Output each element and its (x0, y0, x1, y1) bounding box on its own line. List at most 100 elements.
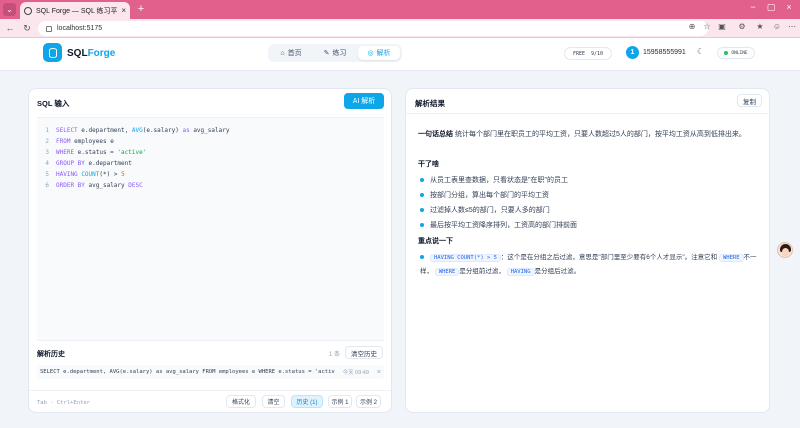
code-text: FROM employees e (56, 138, 114, 145)
line-number: 5 (45, 171, 49, 178)
sql-input-panel: SQL 输入 AI 解析 1 SELECT e.department, AVG(… (28, 88, 392, 413)
nav-practice[interactable]: ✎ 练习 (314, 46, 356, 60)
sql-editor[interactable]: 1 SELECT e.department, AVG(e.salary) as … (37, 117, 384, 341)
close-tab-icon[interactable]: × (121, 6, 126, 15)
favorites-bar-icon[interactable]: ★ (754, 22, 766, 31)
site-info-icon[interactable] (46, 25, 52, 32)
clear-button[interactable]: 清空 (262, 395, 285, 408)
code-chip: WHERE (718, 254, 744, 262)
shortcut-hint: Tab · Ctrl+Enter (37, 400, 90, 406)
main-nav: ⌂ 首页 ✎ 练习 ◎ 解析 (268, 44, 402, 62)
ai-analyze-button[interactable]: AI 解析 (344, 93, 384, 109)
clear-history-button[interactable]: 清空历史 (345, 346, 383, 359)
delete-history-icon[interactable]: × (377, 369, 381, 376)
section-title-what: 干了啥 (418, 161, 439, 168)
history-button[interactable]: 历史 (1) (291, 395, 323, 408)
bullet-icon (420, 223, 424, 227)
line-number: 4 (45, 160, 49, 167)
address-bar-row: ← ↻ localhost:5175 ⊕ ☆ ▣ ⚙ ★ ☺ ⋯ (0, 19, 800, 38)
step-text: 从员工表里查数据，只看状态是"在职"的员工 (430, 177, 568, 184)
key-point: HAVING COUNT(*) > 5 ：这个是在分组之后过滤，意思是"部门里至少… (420, 251, 765, 279)
bullet-icon (420, 255, 424, 260)
extensions-icon[interactable]: ⚙ (736, 22, 748, 31)
close-window-button[interactable]: × (782, 2, 796, 12)
code-text: HAVING COUNT(*) > 5 (56, 171, 125, 178)
code-line: 1 SELECT e.department, AVG(e.salary) as … (37, 125, 377, 136)
nav-practice-label: 练习 (332, 50, 347, 57)
step-text: 过滤掉人数≤5的部门，只要人多的部门 (430, 207, 550, 214)
address-bar[interactable]: localhost:5175 (38, 21, 708, 36)
history-item[interactable]: SELECT e.department, AVG(e.salary) as av… (37, 365, 384, 379)
tab-title: SQL Forge — SQL 练习平台 (36, 7, 118, 15)
url-text: localhost:5175 (57, 25, 103, 32)
theme-toggle-moon-icon[interactable]: ☾ (697, 47, 704, 56)
back-button[interactable]: ← (4, 22, 16, 34)
example-1-button[interactable]: 示例 1 (328, 395, 352, 408)
tab-list-button[interactable]: ⌄ (3, 3, 16, 16)
favorite-icon[interactable]: ☆ (701, 22, 713, 31)
copy-button[interactable]: 复制 (737, 94, 762, 107)
nav-analysis-label: 解析 (376, 50, 391, 57)
code-line: 4 GROUP BY e.department (37, 158, 377, 169)
code-chip: HAVING (506, 268, 535, 276)
line-number: 1 (45, 127, 49, 134)
nav-analysis[interactable]: ◎ 解析 (358, 46, 400, 60)
line-number: 2 (45, 138, 49, 145)
nav-home-label: 首页 (287, 50, 302, 57)
refresh-button[interactable]: ↻ (21, 22, 33, 34)
zoom-icon[interactable]: ⊕ (686, 22, 698, 31)
history-count: 1 条 (329, 352, 341, 358)
bullet-icon (420, 208, 424, 212)
assistant-avatar-button[interactable] (777, 242, 793, 258)
bullet-icon (420, 178, 424, 182)
target-icon: ◎ (367, 50, 374, 57)
editor-toolbar: Tab · Ctrl+Enter 格式化 清空 历史 (1) 示例 1 示例 2 (29, 390, 391, 412)
code-line: 3 WHERE e.status = 'active' (37, 147, 377, 158)
line-number: 6 (45, 182, 49, 189)
note-text: 是分组后过滤。 (534, 268, 581, 275)
online-status-badge: ONLINE (717, 47, 755, 59)
example-2-button[interactable]: 示例 2 (356, 395, 381, 408)
code-text: ORDER BY avg_salary DESC (56, 182, 143, 189)
brand-prefix: SQL (67, 48, 88, 59)
more-options-icon[interactable]: ⋯ (786, 22, 798, 31)
divider (406, 113, 769, 114)
user-phone[interactable]: 15958555991 (643, 49, 686, 56)
brand-name[interactable]: SQLForge (67, 48, 115, 59)
note-text: 是分组前过滤， (459, 268, 505, 275)
history-time: 今天 09:49 (342, 370, 369, 376)
avatar[interactable]: 1 (626, 46, 639, 59)
format-button[interactable]: 格式化 (226, 395, 256, 408)
extension-icon[interactable]: ▣ (716, 22, 728, 31)
profile-icon[interactable]: ☺ (771, 22, 783, 31)
line-number: 3 (45, 149, 49, 156)
summary: 一句话总结 统计每个部门里在职员工的平均工资，只要人数超过5人的部门，按平均工资… (418, 129, 758, 141)
step-text: 最后按平均工资降序排列，工资高的部门排前面 (430, 222, 577, 229)
code-line: 5 HAVING COUNT(*) > 5 (37, 169, 377, 180)
browser-tab[interactable]: SQL Forge — SQL 练习平台 × (20, 2, 130, 19)
quota-badge: FREE 9/10 (564, 47, 612, 60)
code-line: 6 ORDER BY avg_salary DESC (37, 180, 377, 191)
home-icon: ⌂ (280, 49, 285, 57)
sql-input-title: SQL 输入 (37, 99, 70, 108)
database-logo-icon (43, 43, 62, 62)
code-chip: WHERE (434, 268, 460, 276)
list-item: 按部门分组，算出每个部门的平均工资 (420, 190, 760, 200)
history-query: SELECT e.department, AVG(e.salary) as av… (40, 369, 335, 375)
code-text: GROUP BY e.department (56, 160, 132, 167)
quota-label: FREE (572, 50, 585, 57)
section-title-key-points: 重点说一下 (418, 238, 453, 245)
pencil-icon: ✎ (323, 50, 330, 57)
result-title: 解析结果 (415, 99, 445, 108)
globe-icon (24, 6, 32, 15)
app-header: SQLForge ⌂ 首页 ✎ 练习 ◎ 解析 FREE 9/10 1 1595… (0, 38, 800, 71)
online-label: ONLINE (731, 50, 748, 56)
new-tab-button[interactable]: + (135, 3, 147, 15)
nav-home[interactable]: ⌂ 首页 (270, 46, 312, 60)
list-item: 最后按平均工资降序排列，工资高的部门排前面 (420, 220, 760, 230)
quota-count: 9/10 (591, 50, 604, 57)
avatar-face (782, 248, 789, 256)
minimize-button[interactable]: − (746, 2, 760, 12)
status-dot (724, 51, 729, 55)
maximize-button[interactable]: ▢ (764, 2, 778, 13)
